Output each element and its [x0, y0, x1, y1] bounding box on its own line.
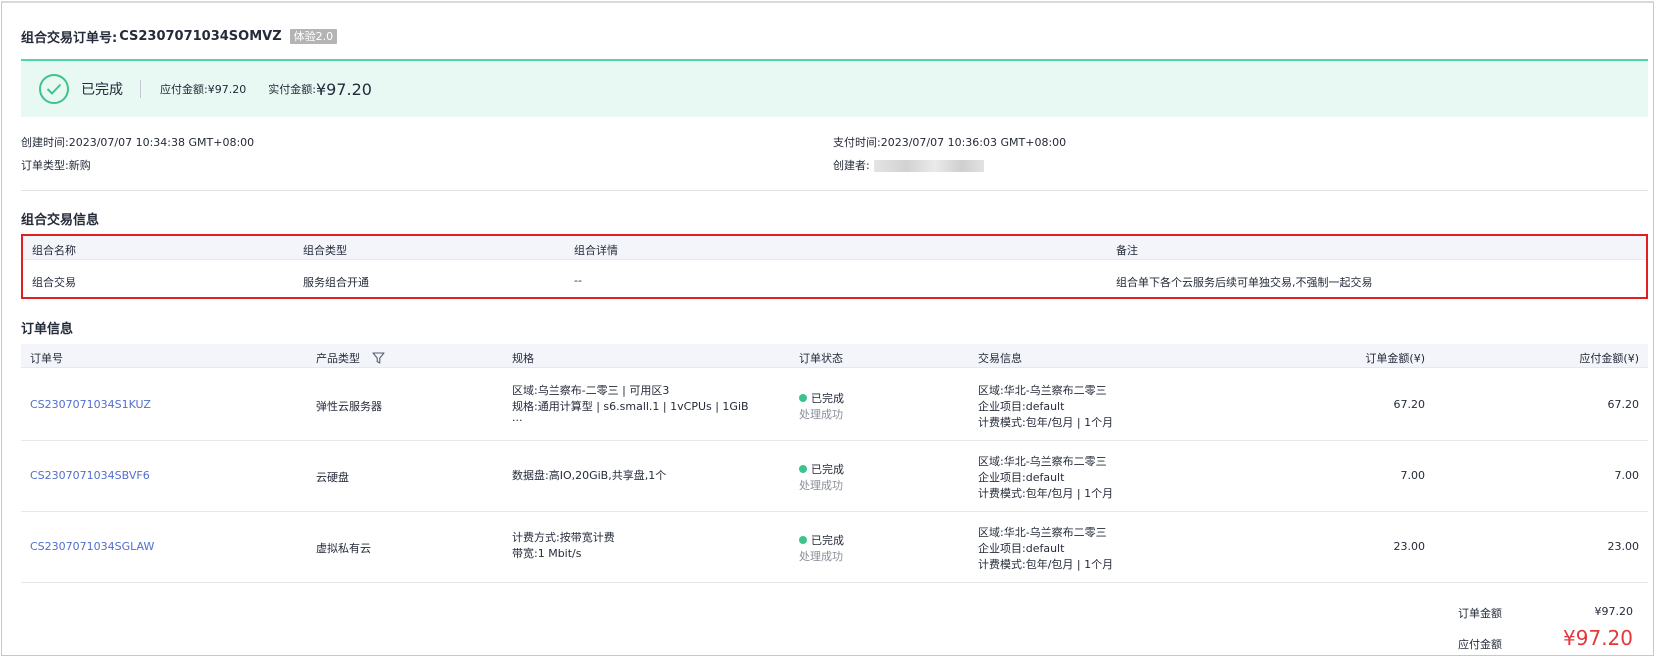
- combo-section-title: 组合交易信息: [21, 213, 100, 228]
- trade-region: 区域:华北-乌兰察布二零三: [978, 455, 1107, 468]
- row-divider: [21, 511, 1648, 512]
- product-type: 云硬盘: [316, 471, 349, 484]
- combo-name: 组合交易: [32, 276, 76, 289]
- combo-col-name: 组合名称: [32, 244, 76, 257]
- combo-table-header: [23, 236, 1646, 260]
- created-time: 创建时间:2023/07/07 10:34:38 GMT+08:00: [21, 136, 255, 149]
- spec-line: 规格:通用计算型 | s6.small.1 | 1vCPUs | 1GiB: [512, 400, 749, 413]
- combo-col-type: 组合类型: [303, 244, 347, 257]
- creator-label: 创建者:: [833, 159, 870, 172]
- col-order-amount: 订单金额(¥): [1365, 352, 1425, 365]
- product-type: 虚拟私有云: [316, 542, 371, 555]
- total-payable-value: ¥97.20: [1563, 626, 1633, 650]
- trade-billing: 计费模式:包年/包月 | 1个月: [978, 487, 1114, 500]
- trade-region: 区域:华北-乌兰察布二零三: [978, 526, 1107, 539]
- spec-line: 带宽:1 Mbit/s: [512, 547, 582, 560]
- spec-line: 数据盘:高IO,20GiB,共享盘,1个: [512, 469, 667, 482]
- paid-label: 实付金额:: [268, 83, 316, 96]
- combo-type: 服务组合开通: [303, 276, 369, 289]
- trade-project: 企业项目:default: [978, 400, 1065, 413]
- status-text: 已完成: [81, 82, 123, 98]
- order-status: 已完成: [799, 461, 844, 477]
- order-status-text: 已完成: [811, 392, 844, 405]
- spec-line: 计费方式:按带宽计费: [512, 531, 615, 544]
- col-trade-info: 交易信息: [978, 352, 1022, 365]
- order-status: 已完成: [799, 390, 844, 406]
- status-banner: 已完成 应付金额: ¥97.20 实付金额: ¥97.20: [21, 59, 1648, 117]
- order-amount: 67.20: [1393, 398, 1426, 411]
- status-divider: [140, 80, 141, 98]
- combo-table: 组合名称 组合类型 组合详情 备注 组合交易 服务组合开通 -- 组合单下各个云…: [21, 234, 1648, 299]
- trade-region: 区域:华北-乌兰察布二零三: [978, 384, 1107, 397]
- order-status-text: 已完成: [811, 463, 844, 476]
- trade-project: 企业项目:default: [978, 542, 1065, 555]
- filter-icon[interactable]: [371, 351, 385, 367]
- total-payable-label: 应付金额: [1458, 638, 1502, 651]
- spec-more: ...: [512, 411, 523, 424]
- trade-project: 企业项目:default: [978, 471, 1065, 484]
- col-product-type[interactable]: 产品类型: [316, 350, 385, 367]
- title-label: 组合交易订单号:: [21, 30, 118, 46]
- order-status-text: 已完成: [811, 534, 844, 547]
- page-title: 组合交易订单号: CS2307071034SOMVZ 体验2.0: [21, 26, 338, 46]
- order-amount: 23.00: [1393, 540, 1426, 553]
- combo-col-remark: 备注: [1116, 244, 1138, 257]
- total-order-amount-value: ¥97.20: [1594, 605, 1634, 618]
- combo-detail: --: [574, 274, 582, 287]
- payable-amount: 23.00: [1607, 540, 1640, 553]
- version-badge: 体验2.0: [289, 28, 338, 44]
- col-order-no: 订单号: [30, 352, 63, 365]
- meta-divider: [21, 190, 1648, 191]
- col-payable-amount: 应付金额(¥): [1579, 352, 1639, 365]
- order-status-sub: 处理成功: [799, 479, 843, 492]
- payable-amount: 67.20: [1607, 398, 1640, 411]
- creator: 创建者:: [833, 157, 984, 173]
- order-amount: 7.00: [1400, 469, 1426, 482]
- spec-line: 区域:乌兰察布-二零三 | 可用区3: [512, 384, 670, 397]
- trade-billing: 计费模式:包年/包月 | 1个月: [978, 558, 1114, 571]
- combo-col-detail: 组合详情: [574, 244, 618, 257]
- status-dot: [799, 394, 807, 402]
- total-order-amount-label: 订单金额: [1458, 607, 1502, 620]
- col-spec: 规格: [512, 352, 534, 365]
- payable-label: 应付金额:: [160, 83, 208, 96]
- status-dot: [799, 465, 807, 473]
- order-number-link[interactable]: CS2307071034SBVF6: [30, 469, 150, 482]
- check-circle-icon: [39, 74, 69, 104]
- trade-billing: 计费模式:包年/包月 | 1个月: [978, 416, 1114, 429]
- paid-value: ¥97.20: [315, 79, 372, 99]
- combo-order-number: CS2307071034SOMVZ: [119, 28, 282, 44]
- order-status-sub: 处理成功: [799, 550, 843, 563]
- order-number-link[interactable]: CS2307071034S1KUZ: [30, 398, 151, 411]
- creator-redacted: [873, 160, 984, 172]
- order-status-sub: 处理成功: [799, 408, 843, 421]
- row-divider: [21, 440, 1648, 441]
- col-product-type-label: 产品类型: [316, 352, 360, 365]
- product-type: 弹性云服务器: [316, 400, 382, 413]
- col-order-status: 订单状态: [799, 352, 843, 365]
- row-divider: [21, 582, 1648, 583]
- payable-value: ¥97.20: [207, 82, 247, 96]
- pay-time: 支付时间:2023/07/07 10:36:03 GMT+08:00: [833, 136, 1067, 149]
- order-number-link[interactable]: CS2307071034SGLAW: [30, 540, 154, 553]
- combo-remark: 组合单下各个云服务后续可单独交易,不强制一起交易: [1116, 276, 1373, 289]
- order-status: 已完成: [799, 532, 844, 548]
- payable-amount: 7.00: [1614, 469, 1640, 482]
- order-type: 订单类型:新购: [21, 159, 91, 172]
- orders-section-title: 订单信息: [21, 322, 74, 337]
- status-dot: [799, 536, 807, 544]
